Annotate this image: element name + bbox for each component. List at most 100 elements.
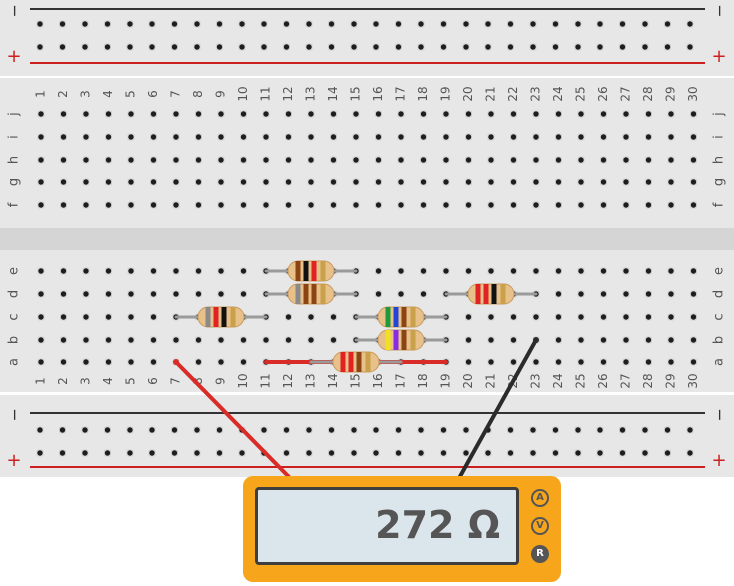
terminal-hole[interactable]: [38, 314, 44, 320]
terminal-hole[interactable]: [600, 134, 607, 140]
terminal-hole[interactable]: [668, 179, 674, 185]
rail-hole[interactable]: [440, 21, 447, 27]
rail-hole[interactable]: [575, 44, 581, 50]
terminal-hole[interactable]: [668, 337, 674, 343]
terminal-hole[interactable]: [623, 202, 629, 208]
terminal-hole[interactable]: [173, 111, 179, 117]
rail-hole[interactable]: [395, 450, 402, 456]
terminal-hole[interactable]: [645, 111, 652, 117]
terminal-hole[interactable]: [308, 179, 314, 185]
rail-hole[interactable]: [351, 427, 357, 433]
terminal-hole[interactable]: [150, 359, 157, 365]
terminal-hole[interactable]: [623, 111, 629, 117]
terminal-hole[interactable]: [555, 314, 562, 320]
rail-hole[interactable]: [283, 44, 290, 50]
rail-hole[interactable]: [463, 44, 469, 50]
terminal-hole[interactable]: [240, 337, 247, 343]
terminal-hole[interactable]: [128, 202, 134, 208]
rail-hole[interactable]: [82, 21, 88, 27]
terminal-hole[interactable]: [240, 134, 247, 140]
terminal-hole[interactable]: [60, 291, 67, 297]
terminal-hole[interactable]: [240, 111, 247, 117]
terminal-hole[interactable]: [285, 134, 292, 140]
terminal-hole[interactable]: [330, 134, 337, 140]
terminal-hole[interactable]: [105, 179, 112, 185]
rail-hole[interactable]: [687, 21, 693, 27]
terminal-hole[interactable]: [308, 157, 314, 163]
rail-hole[interactable]: [261, 44, 267, 50]
rail-hole[interactable]: [687, 427, 693, 433]
terminal-hole[interactable]: [128, 157, 134, 163]
terminal-hole[interactable]: [308, 111, 314, 117]
terminal-hole[interactable]: [420, 291, 427, 297]
rail-hole[interactable]: [530, 450, 536, 456]
terminal-hole[interactable]: [645, 291, 652, 297]
rail-hole[interactable]: [552, 450, 559, 456]
rail-hole[interactable]: [440, 427, 447, 433]
terminal-hole[interactable]: [128, 359, 134, 365]
terminal-hole[interactable]: [353, 111, 359, 117]
terminal-hole[interactable]: [600, 268, 607, 274]
terminal-hole[interactable]: [128, 314, 134, 320]
rail-hole[interactable]: [619, 450, 626, 456]
rail-hole[interactable]: [82, 450, 88, 456]
rail-hole[interactable]: [530, 21, 536, 27]
terminal-hole[interactable]: [128, 179, 134, 185]
rail-hole[interactable]: [59, 21, 66, 27]
ohmmeter-mode-button[interactable]: R: [531, 545, 549, 563]
terminal-hole[interactable]: [488, 134, 494, 140]
terminal-hole[interactable]: [555, 202, 562, 208]
terminal-hole[interactable]: [510, 111, 517, 117]
terminal-hole[interactable]: [420, 202, 427, 208]
terminal-hole[interactable]: [443, 134, 449, 140]
terminal-hole[interactable]: [330, 111, 337, 117]
terminal-hole[interactable]: [83, 157, 89, 163]
terminal-hole[interactable]: [240, 179, 247, 185]
terminal-hole[interactable]: [38, 202, 44, 208]
terminal-hole[interactable]: [555, 268, 562, 274]
rail-hole[interactable]: [597, 427, 603, 433]
terminal-hole[interactable]: [420, 111, 427, 117]
rail-hole[interactable]: [239, 450, 245, 456]
terminal-hole[interactable]: [60, 359, 67, 365]
black-probe-tip[interactable]: [533, 337, 539, 343]
terminal-hole[interactable]: [645, 179, 652, 185]
rail-hole[interactable]: [37, 427, 43, 433]
terminal-hole[interactable]: [173, 291, 179, 297]
terminal-hole[interactable]: [83, 134, 89, 140]
rail-hole[interactable]: [149, 450, 155, 456]
rail-hole[interactable]: [216, 21, 223, 27]
rail-hole[interactable]: [239, 21, 245, 27]
terminal-hole[interactable]: [375, 179, 382, 185]
rail-hole[interactable]: [687, 450, 693, 456]
terminal-hole[interactable]: [353, 202, 359, 208]
terminal-hole[interactable]: [690, 111, 697, 117]
terminal-hole[interactable]: [128, 111, 134, 117]
terminal-hole[interactable]: [173, 202, 179, 208]
rail-hole[interactable]: [530, 44, 536, 50]
terminal-hole[interactable]: [60, 134, 67, 140]
terminal-hole[interactable]: [690, 202, 697, 208]
terminal-hole[interactable]: [533, 268, 539, 274]
terminal-hole[interactable]: [218, 157, 224, 163]
terminal-hole[interactable]: [555, 134, 562, 140]
terminal-hole[interactable]: [105, 111, 112, 117]
terminal-hole[interactable]: [150, 179, 157, 185]
rail-hole[interactable]: [283, 450, 290, 456]
rail-hole[interactable]: [216, 450, 223, 456]
terminal-hole[interactable]: [128, 134, 134, 140]
terminal-hole[interactable]: [83, 111, 89, 117]
terminal-hole[interactable]: [105, 157, 112, 163]
terminal-hole[interactable]: [578, 314, 584, 320]
rail-hole[interactable]: [149, 21, 155, 27]
rail-hole[interactable]: [194, 21, 200, 27]
terminal-hole[interactable]: [420, 134, 427, 140]
terminal-hole[interactable]: [150, 291, 157, 297]
terminal-hole[interactable]: [218, 202, 224, 208]
terminal-hole[interactable]: [128, 291, 134, 297]
terminal-hole[interactable]: [623, 134, 629, 140]
terminal-hole[interactable]: [398, 291, 404, 297]
terminal-hole[interactable]: [173, 157, 179, 163]
terminal-hole[interactable]: [375, 202, 382, 208]
terminal-hole[interactable]: [578, 179, 584, 185]
